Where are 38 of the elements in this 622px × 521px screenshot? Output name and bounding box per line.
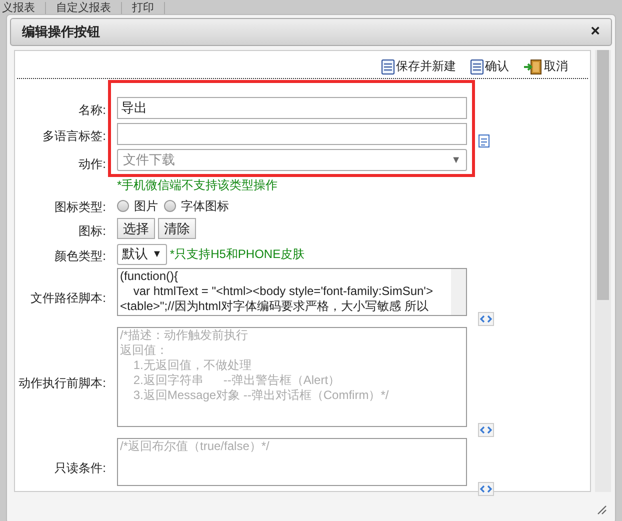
hint-text: *只支持H5和PHONE皮肤 bbox=[170, 246, 305, 263]
toolbar-button[interactable]: 确认 bbox=[470, 57, 509, 75]
radio-option[interactable]: 字体图标 bbox=[164, 197, 229, 215]
field-label: 多语言标签: bbox=[42, 128, 106, 145]
script-field[interactable]: /*描述：动作触发前执行 返回值： 1.无返回值，不做处理 2.返回字符串 --弹出警告框（Alert） 3.返回Message对象 --弹出对话框（Comfirm）*/ bbox=[117, 327, 467, 427]
dialog-title: 编辑操作按钮 bbox=[22, 23, 100, 42]
field-label: 文件路径脚本: bbox=[30, 290, 106, 306]
code-field[interactable]: (function(){ var htmlText = "<html><body style='font-family:SimSun'> <table>";//因为html对字体编码要求严格，大小写敏感 所以 bbox=[117, 268, 467, 316]
code-icon[interactable] bbox=[478, 312, 494, 326]
field-label: 动作执行前脚本: bbox=[18, 374, 106, 392]
document-icon bbox=[470, 59, 484, 75]
toolbar-button[interactable]: 保存并新建 bbox=[381, 57, 456, 75]
door-exit-icon bbox=[523, 59, 543, 75]
scrollbar[interactable] bbox=[595, 50, 611, 492]
dropdown[interactable]: 默认 ▼ bbox=[117, 244, 167, 264]
scrollbar[interactable] bbox=[451, 269, 466, 315]
document-icon bbox=[381, 59, 395, 75]
hint-text: *手机微信端不支持该类型操作 bbox=[117, 178, 279, 192]
field-label: 颜色类型: bbox=[54, 248, 106, 264]
notepad-icon[interactable] bbox=[478, 133, 490, 148]
radio-option[interactable]: 图片 bbox=[117, 197, 158, 215]
push-button[interactable]: 清除 bbox=[158, 218, 196, 239]
close-button[interactable]: × bbox=[590, 24, 600, 40]
text-field[interactable] bbox=[117, 123, 467, 145]
code-icon[interactable] bbox=[478, 482, 494, 496]
scroll-thumb[interactable] bbox=[597, 50, 609, 300]
text-field[interactable]: 导出 bbox=[117, 97, 467, 119]
field-label: 动作: bbox=[78, 156, 106, 172]
code-icon[interactable] bbox=[478, 423, 494, 437]
resize-grip-icon[interactable] bbox=[596, 504, 607, 515]
field-label: 只读条件: bbox=[54, 460, 106, 476]
field-label: 名称: bbox=[78, 102, 106, 119]
script-field[interactable]: /*返回布尔值（true/false）*/ bbox=[117, 438, 467, 486]
field-label: 图标: bbox=[78, 222, 106, 240]
push-button[interactable]: 选择 bbox=[117, 218, 155, 239]
field-label: 图标类型: bbox=[54, 199, 106, 216]
dropdown[interactable]: 文件下载 ▼ bbox=[117, 149, 467, 171]
toolbar-button[interactable]: 取消 bbox=[523, 57, 568, 75]
